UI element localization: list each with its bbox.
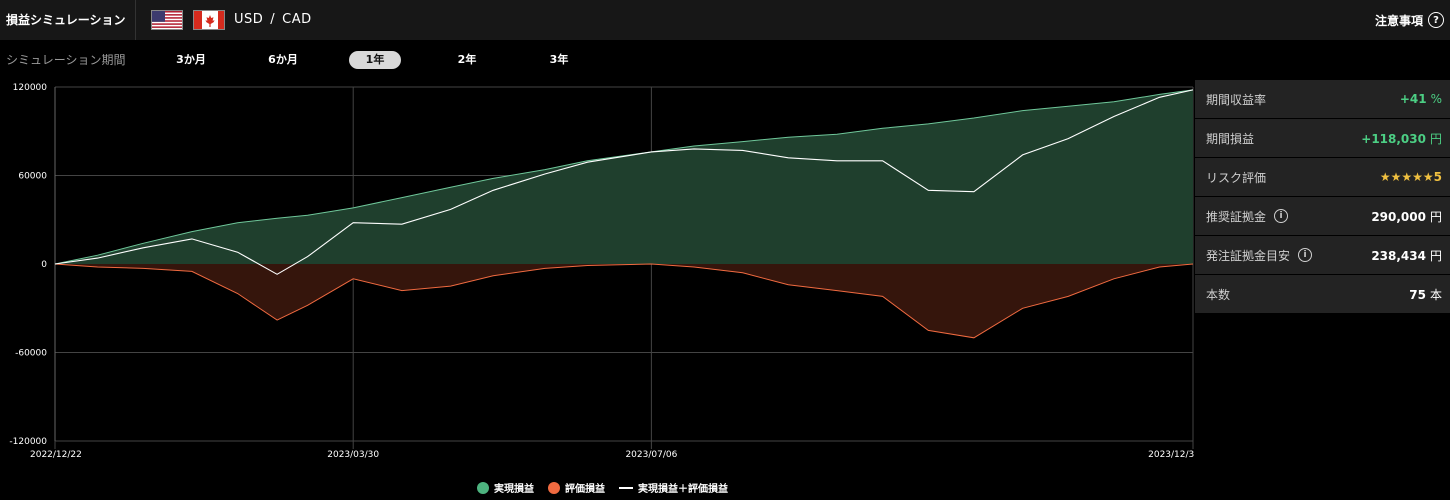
- header-bar: 損益シミュレーション USD / CAD 注意事項 ?: [0, 0, 1450, 40]
- y-tick-label: -120000: [9, 437, 47, 447]
- period-option-2y[interactable]: 2年: [441, 51, 493, 69]
- stat-label: 推奨証拠金 i: [1206, 208, 1289, 225]
- period-option-1y[interactable]: 1年: [349, 51, 401, 69]
- x-tick-label: 2023/03/30: [327, 450, 379, 460]
- x-tick-label: 2022/12/22: [30, 450, 82, 460]
- pair-separator: /: [270, 12, 276, 27]
- currency-pair: USD / CAD: [234, 0, 312, 40]
- period-label: シミュレーション期間: [6, 53, 126, 67]
- period-option-6m[interactable]: 6か月: [257, 51, 309, 69]
- legend-item-total: 実現損益＋評価損益: [619, 480, 728, 495]
- stat-label: 期間収益率: [1206, 92, 1267, 107]
- stat-label: 発注証拠金目安 i: [1206, 247, 1313, 264]
- unrealized-pnl-area: [55, 264, 1193, 338]
- stat-risk-rating: リスク評価 ★★★★★5: [1195, 158, 1450, 197]
- stat-value: +41%: [1399, 92, 1442, 106]
- app-title: 損益シミュレーション: [0, 0, 136, 40]
- stat-value: 238,434 円: [1371, 248, 1442, 263]
- stat-period-pnl: 期間損益 +118,030 円: [1195, 119, 1450, 158]
- stat-label: 期間損益: [1206, 131, 1255, 146]
- legend-line-icon: [619, 486, 633, 489]
- realized-pnl-area: [55, 89, 1193, 265]
- y-tick-label: 60000: [18, 172, 47, 182]
- stat-return-rate: 期間収益率 +41%: [1195, 80, 1450, 119]
- legend-item-unrealized: 評価損益: [548, 480, 605, 495]
- y-tick-label: 120000: [13, 83, 48, 93]
- star-icon: ★★★★★: [1379, 170, 1434, 184]
- notice-button[interactable]: 注意事項 ?: [1375, 0, 1444, 40]
- info-icon[interactable]: i: [1274, 209, 1289, 223]
- canada-flag-icon: [193, 10, 225, 30]
- stat-value: 290,000 円: [1371, 209, 1442, 224]
- y-tick-label: -60000: [15, 349, 47, 359]
- info-icon[interactable]: i: [1298, 248, 1313, 262]
- stat-label: 本数: [1206, 287, 1231, 302]
- y-tick-label: 0: [41, 260, 47, 270]
- period-selector: シミュレーション期間 3か月 6か月 1年 2年 3年: [0, 40, 1450, 80]
- base-currency: USD: [234, 12, 264, 27]
- stats-panel: 期間収益率 +41% 期間損益 +118,030 円 リスク評価 ★★★★★5 推…: [1195, 80, 1450, 314]
- pnl-chart: 120000 60000 0 -60000 -120000 2022/12/22 2023/…: [9, 83, 1195, 460]
- stat-count: 本数 75 本: [1195, 275, 1450, 314]
- quote-currency: CAD: [282, 12, 312, 27]
- legend-dot-icon: [548, 481, 560, 494]
- us-flag-icon: [151, 10, 183, 30]
- period-option-3y[interactable]: 3年: [533, 51, 585, 69]
- notice-label: 注意事項: [1374, 13, 1423, 28]
- x-tick-label: 2023/12/31: [1148, 450, 1195, 460]
- x-tick-label: 2023/07/06: [625, 450, 677, 460]
- chart-legend: 実現損益 評価損益 実現損益＋評価損益: [0, 480, 1205, 495]
- period-option-3m[interactable]: 3か月: [165, 51, 217, 69]
- stat-value: 75 本: [1409, 287, 1442, 302]
- help-circle-icon: ?: [1428, 12, 1444, 28]
- stat-order-margin: 発注証拠金目安 i 238,434 円: [1195, 236, 1450, 275]
- stat-value: +118,030 円: [1361, 131, 1442, 146]
- risk-stars: ★★★★★5: [1379, 170, 1442, 184]
- legend-dot-icon: [477, 481, 489, 494]
- legend-item-realized: 実現損益: [477, 480, 534, 495]
- stat-recommended-margin: 推奨証拠金 i 290,000 円: [1195, 197, 1450, 236]
- stat-label: リスク評価: [1206, 170, 1267, 185]
